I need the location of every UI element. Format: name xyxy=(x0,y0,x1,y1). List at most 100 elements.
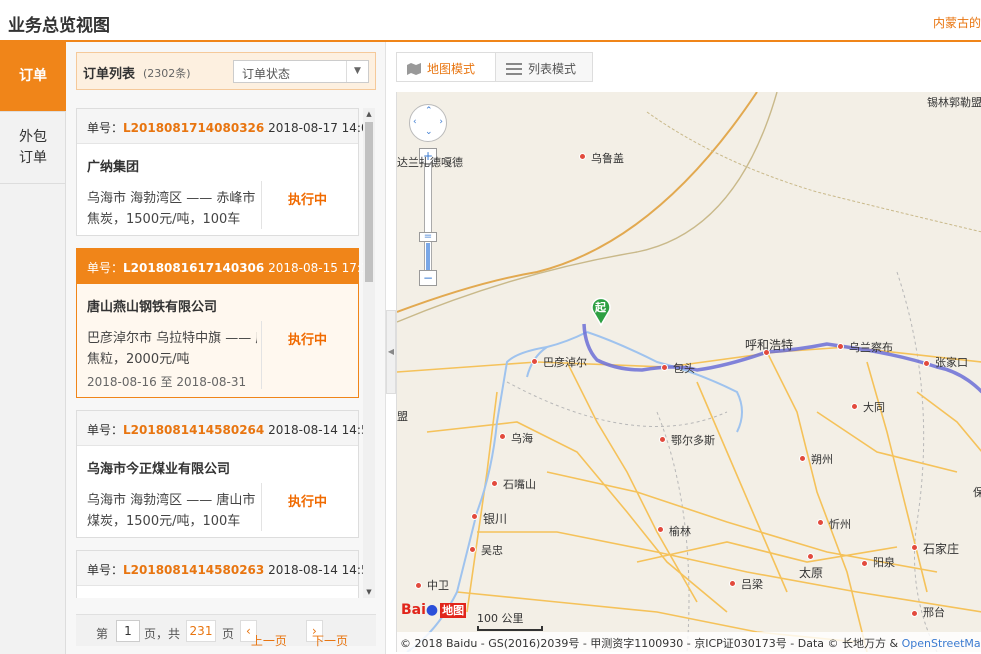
pan-down-icon[interactable]: ⌄ xyxy=(425,127,433,137)
city-marker xyxy=(531,358,538,365)
order-number[interactable]: L2018081414580264 xyxy=(123,423,264,437)
company-name: 广纳集团 xyxy=(87,160,140,175)
order-no-label: 单号： xyxy=(87,121,124,135)
sidebar-item-outsourced-orders[interactable]: 外包 订单 xyxy=(0,112,66,184)
city-label: 中卫 xyxy=(427,579,449,592)
divider xyxy=(261,483,262,531)
sidebar-item-orders[interactable]: 订单 xyxy=(0,42,66,112)
pager-text: 页，共 xyxy=(144,627,181,641)
zoom-out-button[interactable]: − xyxy=(419,270,437,286)
order-count: (2302条) xyxy=(143,67,191,80)
start-pin-icon[interactable]: 起 xyxy=(590,296,612,327)
city-label: 达兰扎德嘎德 xyxy=(397,156,463,169)
order-list-header: 订单列表 (2302条) 订单状态 ▼ xyxy=(76,52,376,90)
company-name: 唐山燕山钢铁有限公司 xyxy=(87,300,218,315)
city-marker xyxy=(659,436,666,443)
city-label: 鄂尔多斯 xyxy=(671,434,715,447)
prev-page-label: 上一页 xyxy=(250,634,287,648)
tab-list-mode[interactable]: 列表模式 xyxy=(495,52,593,82)
order-card[interactable]: 单号：L2018081714080326 2018-08-17 14:08 广纳… xyxy=(76,108,363,236)
city-marker xyxy=(817,519,824,526)
logo-text: Bai xyxy=(401,602,426,618)
city-label: 忻州 xyxy=(829,518,851,531)
scroll-up-icon[interactable]: ▲ xyxy=(363,108,375,120)
order-no-label: 单号： xyxy=(87,423,124,437)
route-map[interactable]: ⌃ ‹ › ⌄ + = − 锡林郭勒盟 达兰扎德嘎德 乌鲁盖 呼和浩特 乌兰察布… xyxy=(396,92,981,652)
city-label: 吴忠 xyxy=(481,544,503,557)
pan-up-icon[interactable]: ⌃ xyxy=(425,106,433,116)
city-label: 吕梁 xyxy=(741,578,763,591)
order-goods: 焦粒，2000元/吨 xyxy=(87,352,190,367)
city-label: 保 xyxy=(973,484,981,500)
scale-bar xyxy=(477,626,543,631)
paw-icon: ● xyxy=(425,602,439,618)
order-number[interactable]: L2018081617140306 xyxy=(123,261,264,275)
order-number[interactable]: L2018081714080326 xyxy=(123,121,264,135)
city-label: 阳泉 xyxy=(873,556,895,569)
city-marker xyxy=(799,455,806,462)
baidu-map-logo[interactable]: Bai● 地图 xyxy=(401,602,467,618)
order-list-scrollbar[interactable]: ▲ ▼ xyxy=(363,108,375,598)
pager-text: 页 xyxy=(222,627,235,641)
city-marker xyxy=(861,560,868,567)
city-marker xyxy=(807,553,814,560)
next-page-label: 下一页 xyxy=(312,634,349,648)
scale-label: 100 公里 xyxy=(477,612,524,625)
city-label: 乌鲁盖 xyxy=(591,152,624,165)
divider xyxy=(261,321,262,389)
chevron-down-icon[interactable]: ▼ xyxy=(346,61,368,82)
order-status-select[interactable]: 订单状态 ▼ xyxy=(233,60,369,83)
order-no-label: 单号： xyxy=(87,563,124,577)
scrollbar-thumb[interactable] xyxy=(365,122,373,282)
order-status: 执行中 xyxy=(288,193,328,208)
city-label: 太原 xyxy=(799,566,824,580)
next-page-button[interactable]: 下一页 › xyxy=(306,620,348,648)
osm-link[interactable]: OpenStreetMap & xyxy=(902,637,981,650)
order-goods: 煤炭，1500元/吨，100车 xyxy=(87,514,241,529)
city-label: 榆林 xyxy=(669,525,691,538)
start-pin-label: 起 xyxy=(595,301,606,314)
city-label: 盟 xyxy=(397,410,408,423)
sidebar: 订单 外包 订单 xyxy=(0,42,66,654)
order-card-header: 单号：L2018081714080326 2018-08-17 14:08 xyxy=(77,109,363,144)
page-number-input[interactable]: 1 xyxy=(116,620,140,642)
copyright-text: © 2018 Baidu - GS(2016)2039号 - 甲测资字11009… xyxy=(400,637,899,650)
order-time: 2018-08-14 14:58 xyxy=(268,563,363,577)
collapse-panel-handle[interactable]: ◀ xyxy=(386,310,396,394)
order-card[interactable]: 单号：L2018081414580264 2018-08-14 14:58 乌海… xyxy=(76,410,363,538)
order-card-header: 单号：L2018081617140306 2018-08-15 17:14 xyxy=(77,249,363,284)
map-pan-control[interactable]: ⌃ ‹ › ⌄ xyxy=(409,104,447,142)
order-status: 执行中 xyxy=(288,333,328,348)
city-label: 石嘴山 xyxy=(503,478,536,491)
city-label: 张家口 xyxy=(935,356,968,369)
map-copyright: © 2018 Baidu - GS(2016)2039号 - 甲测资字11009… xyxy=(397,632,981,652)
divider xyxy=(261,181,262,229)
city-label: 邢台 xyxy=(923,606,945,619)
order-route: 巴彦淖尔市 乌拉特中旗 —— 唐山市 xyxy=(87,331,257,346)
order-list-panel: 订单列表 (2302条) 订单状态 ▼ 单号：L2018081714080326… xyxy=(66,42,386,654)
logo-map-text: 地图 xyxy=(440,603,467,618)
scroll-down-icon[interactable]: ▼ xyxy=(363,586,375,598)
city-marker xyxy=(657,526,664,533)
city-label: 锡林郭勒盟 xyxy=(927,96,981,109)
city-label: 银川 xyxy=(483,512,508,526)
list-icon xyxy=(506,63,522,75)
pan-right-icon[interactable]: › xyxy=(439,117,443,127)
tab-label: 列表模式 xyxy=(528,62,577,76)
prev-page-button[interactable]: ‹ 上一页 xyxy=(240,620,287,648)
order-card-selected[interactable]: 单号：L2018081617140306 2018-08-15 17:14 唐山… xyxy=(76,248,363,398)
pan-left-icon[interactable]: ‹ xyxy=(413,117,417,127)
zoom-slider[interactable] xyxy=(424,164,432,274)
order-time: 2018-08-17 14:08 xyxy=(268,121,363,135)
tab-label: 地图模式 xyxy=(427,62,476,76)
zoom-slider-handle[interactable]: = xyxy=(419,232,437,242)
city-marker xyxy=(499,433,506,440)
city-label: 巴彦淖尔 xyxy=(543,356,587,369)
city-label: 乌海 xyxy=(511,432,533,445)
order-card-header: 单号：L2018081414580264 2018-08-14 14:58 xyxy=(77,411,363,446)
tab-map-mode[interactable]: 地图模式 xyxy=(396,52,496,82)
city-marker xyxy=(911,610,918,617)
region-selector[interactable]: 内蒙古的 xyxy=(933,14,981,31)
order-number[interactable]: L2018081414580263 xyxy=(123,563,264,577)
order-card[interactable]: 单号：L2018081414580263 2018-08-14 14:58 xyxy=(76,550,363,598)
